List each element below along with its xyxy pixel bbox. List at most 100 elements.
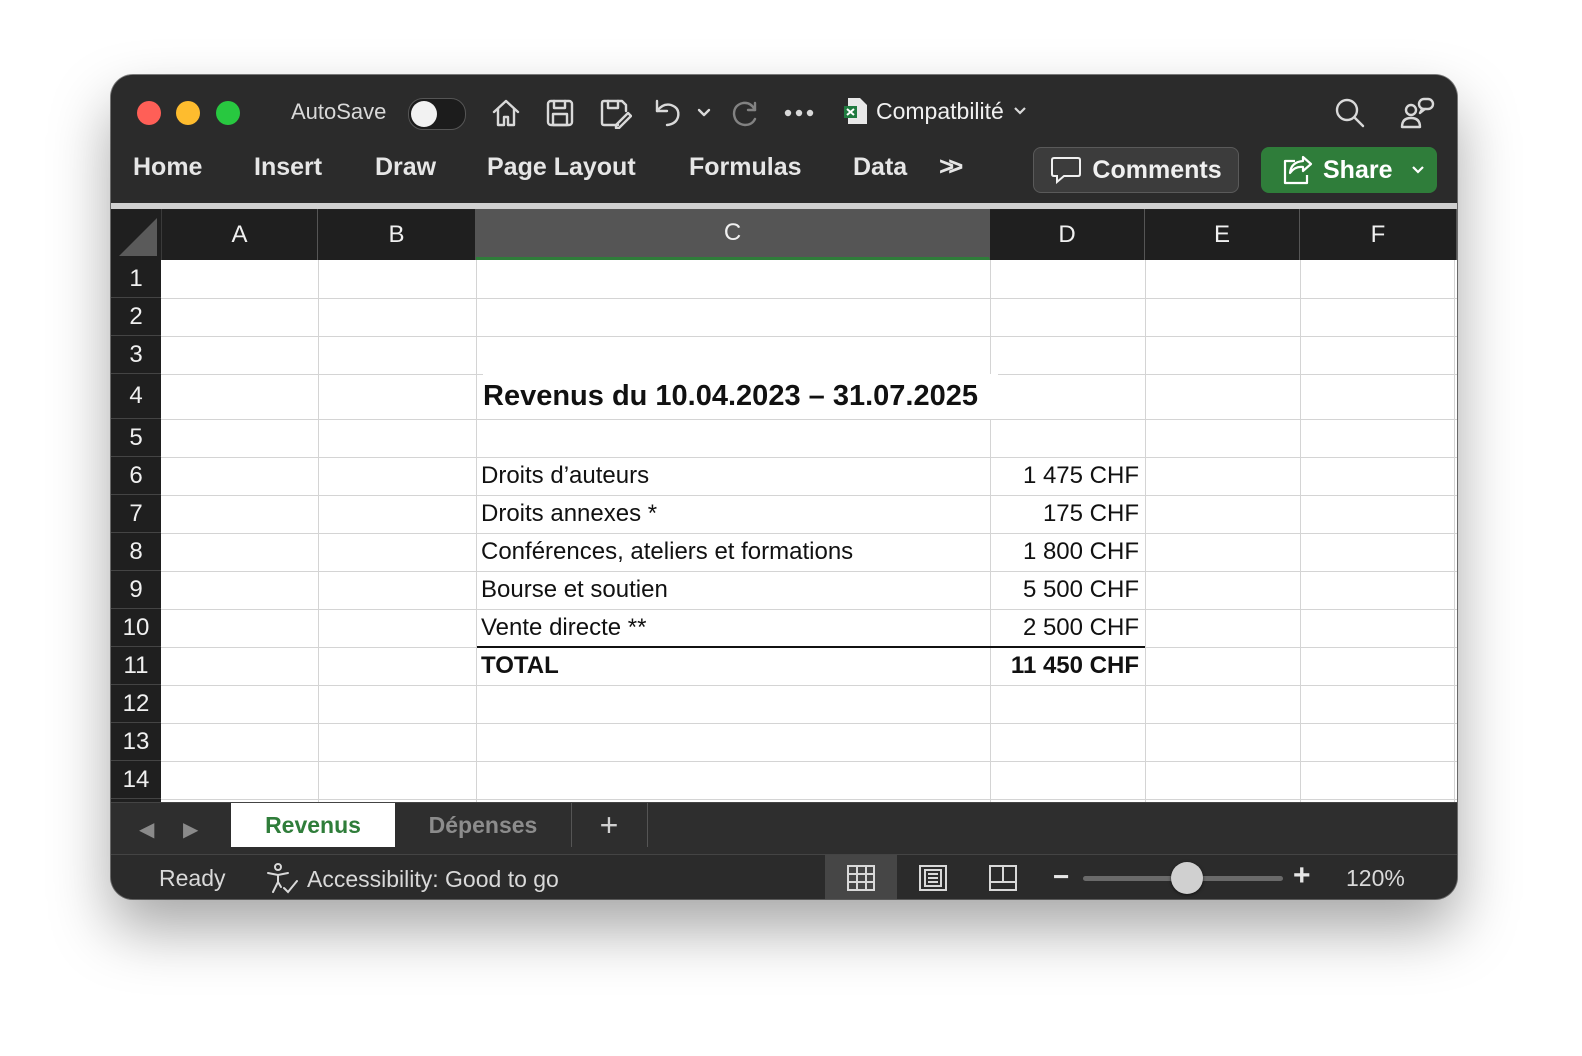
row-gridline bbox=[161, 336, 1457, 337]
cell-d10-amount[interactable]: 2 500 CHF bbox=[990, 609, 1139, 647]
cell-d9-amount[interactable]: 5 500 CHF bbox=[990, 571, 1139, 609]
row-header[interactable]: 7 bbox=[111, 495, 161, 533]
column-header-f[interactable]: F bbox=[1300, 209, 1457, 260]
title-chevron-down-icon bbox=[1014, 107, 1026, 115]
minimize-window-button[interactable] bbox=[176, 101, 200, 125]
cell-c4-heading[interactable]: Revenus du 10.04.2023 – 31.07.2025 bbox=[483, 374, 998, 419]
previous-sheet-arrow-icon[interactable]: ◀ bbox=[139, 817, 154, 842]
row-header[interactable]: 6 bbox=[111, 457, 161, 495]
document-title-text: Compatbilité bbox=[876, 97, 1004, 124]
row-gridline bbox=[161, 298, 1457, 299]
home-icon[interactable] bbox=[487, 93, 525, 133]
comments-label: Comments bbox=[1092, 155, 1222, 184]
cell-c10-label[interactable]: Vente directe ** bbox=[481, 609, 646, 647]
row-gridline bbox=[161, 723, 1457, 724]
cell-d6-amount[interactable]: 1 475 CHF bbox=[990, 457, 1139, 495]
sheet-tab-depenses[interactable]: Dépenses bbox=[395, 803, 572, 847]
cell-c6-label[interactable]: Droits d’auteurs bbox=[481, 457, 649, 495]
excel-file-icon bbox=[844, 97, 868, 125]
zoom-window-button[interactable] bbox=[216, 101, 240, 125]
row-header[interactable]: 11 bbox=[111, 647, 161, 685]
row-header[interactable]: 2 bbox=[111, 298, 161, 336]
save-as-icon[interactable] bbox=[595, 93, 635, 133]
tab-formulas[interactable]: Formulas bbox=[689, 153, 802, 182]
column-header-c[interactable]: C bbox=[476, 209, 990, 260]
worksheet-grid[interactable]: A B C D E F 1 2 3 4 5 6 7 8 9 10 11 12 1… bbox=[111, 209, 1457, 802]
row-header[interactable]: 13 bbox=[111, 723, 161, 761]
zoom-slider-thumb[interactable] bbox=[1171, 862, 1203, 894]
column-gridline bbox=[476, 260, 477, 802]
page-break-icon bbox=[989, 864, 1017, 891]
tab-draw[interactable]: Draw bbox=[375, 153, 436, 182]
autosave-label: AutoSave bbox=[291, 99, 387, 124]
column-header-d[interactable]: D bbox=[990, 209, 1145, 260]
autosave-toggle-knob bbox=[411, 101, 437, 127]
cell-c7-label[interactable]: Droits annexes * bbox=[481, 495, 657, 533]
tab-insert[interactable]: Insert bbox=[254, 153, 322, 182]
comments-button[interactable]: Comments bbox=[1033, 147, 1239, 193]
share-chevron-down-icon[interactable] bbox=[1410, 162, 1426, 178]
column-gridline bbox=[1300, 260, 1301, 802]
cell-d11-total-amount[interactable]: 11 450 CHF bbox=[990, 647, 1139, 685]
page-layout-view-button[interactable] bbox=[897, 855, 969, 899]
row-header[interactable]: 4 bbox=[111, 374, 161, 419]
accessibility-status[interactable]: Accessibility: Good to go bbox=[265, 863, 559, 895]
status-bar: Ready Accessibility: Good to go − + 120% bbox=[111, 854, 1457, 899]
row-header[interactable]: 14 bbox=[111, 761, 161, 799]
share-people-icon[interactable] bbox=[1397, 93, 1437, 133]
row-header[interactable]: 10 bbox=[111, 609, 161, 647]
row-gridline bbox=[161, 799, 1457, 800]
document-title[interactable]: Compatbilité bbox=[844, 97, 1028, 125]
undo-dropdown-chevron-icon[interactable] bbox=[693, 93, 715, 133]
more-options-icon[interactable] bbox=[781, 93, 817, 133]
grid-view-icon bbox=[847, 864, 875, 891]
search-icon[interactable] bbox=[1331, 93, 1369, 133]
column-header-b[interactable]: B bbox=[318, 209, 476, 260]
tab-home[interactable]: Home bbox=[133, 153, 202, 182]
column-header-e[interactable]: E bbox=[1145, 209, 1300, 260]
share-button[interactable]: Share bbox=[1261, 147, 1437, 193]
cell-d7-amount[interactable]: 175 CHF bbox=[990, 495, 1139, 533]
cell-c9-label[interactable]: Bourse et soutien bbox=[481, 571, 668, 609]
cell-c11-total-label[interactable]: TOTAL bbox=[481, 647, 559, 685]
row-gridline bbox=[161, 419, 1457, 420]
row-header[interactable]: 8 bbox=[111, 533, 161, 571]
share-label: Share bbox=[1323, 155, 1393, 184]
cell-d8-amount[interactable]: 1 800 CHF bbox=[990, 533, 1139, 571]
ribbon-tabs: Home Insert Draw Page Layout Formulas Da… bbox=[111, 147, 1457, 209]
zoom-out-button[interactable]: − bbox=[1053, 861, 1069, 893]
sheet-tab-revenus[interactable]: Revenus bbox=[231, 803, 395, 847]
row-header[interactable]: 9 bbox=[111, 571, 161, 609]
column-header-a[interactable]: A bbox=[162, 209, 318, 260]
cell-c8-label[interactable]: Conférences, ateliers et formations bbox=[481, 533, 853, 571]
add-sheet-button[interactable]: + bbox=[571, 803, 648, 847]
zoom-level[interactable]: 120% bbox=[1346, 865, 1405, 892]
autosave-toggle[interactable] bbox=[408, 98, 466, 130]
excel-window: AutoSave Compatbilité Home Insert Draw P… bbox=[111, 75, 1457, 899]
accessibility-check-icon bbox=[267, 863, 298, 894]
close-window-button[interactable] bbox=[137, 101, 161, 125]
next-sheet-arrow-icon[interactable]: ▶ bbox=[183, 817, 198, 842]
zoom-in-button[interactable]: + bbox=[1293, 859, 1311, 893]
row-header[interactable]: 5 bbox=[111, 419, 161, 457]
accessibility-label: Accessibility: Good to go bbox=[307, 865, 559, 892]
tab-page-layout[interactable]: Page Layout bbox=[487, 153, 636, 182]
tab-data[interactable]: Data bbox=[853, 153, 907, 182]
column-gridline bbox=[1145, 260, 1146, 802]
row-gridline bbox=[161, 761, 1457, 762]
sheet-tab-bar: ◀ ▶ Revenus Dépenses + bbox=[111, 802, 1457, 855]
select-all-corner[interactable] bbox=[111, 209, 162, 260]
undo-icon[interactable] bbox=[649, 93, 685, 133]
save-icon[interactable] bbox=[541, 93, 579, 133]
comment-icon bbox=[1051, 157, 1082, 185]
row-gridline bbox=[161, 457, 1457, 458]
redo-icon[interactable] bbox=[727, 93, 763, 133]
column-gridline bbox=[1454, 260, 1455, 802]
status-ready: Ready bbox=[159, 865, 226, 891]
row-header[interactable]: 1 bbox=[111, 260, 161, 298]
row-header[interactable]: 12 bbox=[111, 685, 161, 723]
more-tabs-button[interactable]: >> bbox=[939, 151, 964, 182]
normal-view-button[interactable] bbox=[825, 855, 897, 899]
row-header[interactable]: 3 bbox=[111, 336, 161, 374]
page-break-view-button[interactable] bbox=[967, 855, 1039, 899]
